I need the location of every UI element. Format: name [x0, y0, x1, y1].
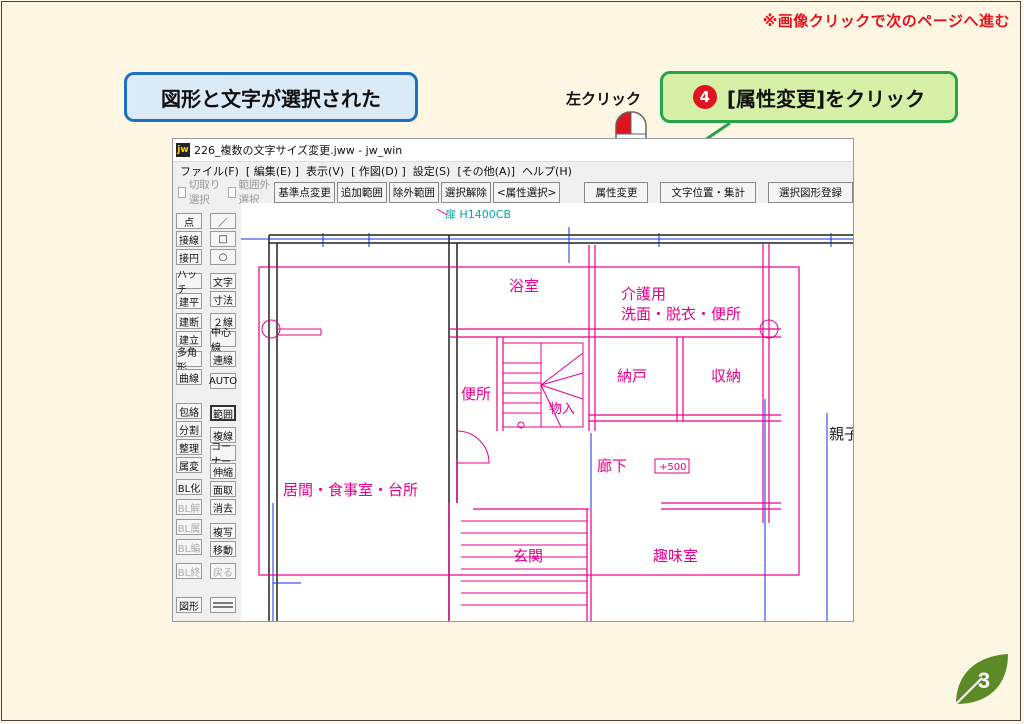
step-callout-text: [属性変更]をクリック: [726, 86, 926, 111]
title-bar: jw 226_複数の文字サイズ変更.jww - jw_win: [173, 139, 853, 162]
base-point-button[interactable]: 基準点変更: [274, 181, 335, 203]
tool-continuous-line[interactable]: 連線: [210, 351, 236, 367]
door-note-text: 扉 H1400CB: [445, 208, 511, 221]
tool-polygon[interactable]: 多角形: [176, 348, 202, 374]
room-entrance: 玄関: [513, 547, 543, 565]
tool-move[interactable]: 移動: [210, 541, 236, 557]
text-position-button[interactable]: 文字位置・集計: [660, 181, 756, 203]
tool-arrange[interactable]: 整理: [176, 439, 202, 455]
dimension-tag: +500: [659, 462, 686, 473]
tool-rectangle[interactable]: □: [210, 231, 236, 247]
jw-app-icon: jw: [176, 143, 190, 157]
tool-block-end[interactable]: BL終: [176, 563, 202, 579]
tool-block[interactable]: BL化: [176, 479, 202, 495]
menu-draw[interactable]: [ 作図(D) ]: [351, 163, 406, 179]
attribute-change-button[interactable]: 属性変更: [584, 181, 649, 203]
menu-view[interactable]: 表示(V): [306, 163, 344, 179]
room-toilet: 便所: [461, 385, 491, 403]
page-number: 3: [978, 668, 990, 693]
room-hobby: 趣味室: [653, 547, 698, 565]
floor-plan-drawing: 扉 H1400CB 浴室 介護用 洗面・脱衣・便所 便所 物入 納戸 収納 廊下…: [241, 208, 853, 621]
tool-figure[interactable]: 図形: [176, 597, 202, 613]
selection-toolbar: 切取り選択 範囲外選択 基準点変更 追加範囲 除外範囲 選択解除 <属性選択> …: [173, 177, 853, 207]
tool-text[interactable]: 文字: [210, 273, 236, 289]
tool-block-release[interactable]: BL解: [176, 499, 202, 515]
tool-range[interactable]: 範囲: [210, 405, 236, 421]
tool-section[interactable]: 建断: [176, 313, 202, 329]
tool-block-edit[interactable]: BL編: [176, 539, 202, 555]
menu-settings[interactable]: 設定(S): [413, 163, 451, 179]
tool-auto[interactable]: AUTO: [209, 373, 237, 389]
tool-chamfer[interactable]: 面取: [210, 481, 236, 497]
tool-block-attr[interactable]: BL属: [176, 519, 202, 535]
tool-tangent[interactable]: 接線: [176, 231, 202, 247]
selection-callout: 図形と文字が選択された: [124, 72, 418, 122]
room-storage: 物入: [549, 402, 575, 417]
tool-plan[interactable]: 建平: [176, 293, 202, 309]
tool-erase[interactable]: 消去: [210, 499, 236, 515]
left-click-label: 左クリック: [566, 90, 642, 108]
deselect-button[interactable]: 選択解除: [440, 181, 491, 203]
tool-divide[interactable]: 分割: [176, 421, 202, 437]
tool-corner[interactable]: コーナー: [210, 442, 236, 468]
drawing-canvas[interactable]: 扉 H1400CB 浴室 介護用 洗面・脱衣・便所 便所 物入 納戸 収納 廊下…: [241, 203, 853, 621]
tool-undo[interactable]: 戻る: [210, 563, 236, 579]
tool-curve[interactable]: 曲線: [176, 369, 202, 385]
page-number-leaf-icon: 3: [955, 654, 1008, 705]
edge-room-label: 親子: [829, 425, 853, 443]
exclude-range-button[interactable]: 除外範囲: [388, 181, 439, 203]
tool-point[interactable]: 点: [176, 213, 202, 229]
tool-stretch[interactable]: 伸縮: [210, 463, 236, 479]
tool-copy[interactable]: 複写: [210, 523, 236, 539]
room-care: 介護用: [621, 285, 666, 303]
line-style-icon: [213, 602, 233, 608]
add-range-button[interactable]: 追加範囲: [336, 181, 387, 203]
selection-callout-text: 図形と文字が選択された: [161, 86, 381, 111]
tool-circle[interactable]: ○: [210, 249, 236, 265]
tool-attr-change[interactable]: 属変: [176, 457, 202, 473]
tool-hatch[interactable]: ハッチ: [176, 270, 202, 296]
tool-tangent-circle[interactable]: 接円: [176, 249, 202, 265]
line-style-swatch[interactable]: [210, 597, 236, 613]
cut-select-checkbox[interactable]: 切取り選択: [178, 177, 223, 207]
room-bath: 浴室: [509, 277, 539, 295]
step-callout: 4 [属性変更]をクリック: [660, 71, 958, 123]
attribute-select-button[interactable]: <属性選択>: [492, 181, 561, 203]
tool-line[interactable]: ／: [210, 213, 236, 229]
next-page-notice[interactable]: ※画像クリックで次のページへ進む: [763, 10, 1010, 31]
jw-cad-window: jw 226_複数の文字サイズ変更.jww - jw_win ファイル(F) […: [172, 138, 854, 622]
room-washroom: 洗面・脱衣・便所: [621, 305, 741, 323]
tool-envelope[interactable]: 包絡: [176, 403, 202, 419]
tool-centerline[interactable]: 中心線: [210, 328, 236, 354]
room-closet: 納戸: [617, 367, 647, 385]
menu-help[interactable]: ヘルプ(H): [522, 163, 572, 179]
room-storage-2: 収納: [711, 367, 741, 385]
menu-other[interactable]: [その他(A)]: [457, 163, 515, 179]
step-number-badge: 4: [692, 85, 717, 109]
window-title: 226_複数の文字サイズ変更.jww - jw_win: [194, 144, 403, 157]
checkbox-box-icon: [227, 186, 236, 198]
tool-dimension[interactable]: 寸法: [210, 291, 236, 307]
room-living: 居間・食事室・台所: [283, 481, 418, 499]
register-figure-button[interactable]: 選択図形登録: [767, 181, 853, 203]
checkbox-box-icon: [178, 186, 186, 198]
tool-palette: 点 接線 接円 ハッチ 建平 建断 建立 多角形 曲線 包絡 分割 整理 属変 …: [174, 209, 240, 621]
menu-bar: ファイル(F) [ 編集(E) ] 表示(V) [ 作図(D) ] 設定(S) …: [173, 162, 853, 180]
room-hallway: 廊下: [597, 457, 627, 475]
